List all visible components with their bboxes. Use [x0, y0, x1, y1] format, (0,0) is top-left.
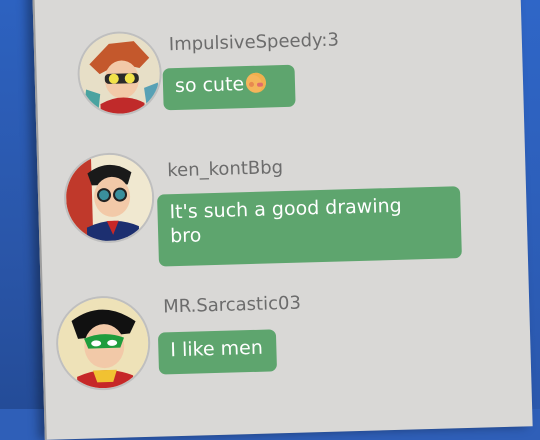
message-bubble: I like men [157, 329, 278, 375]
message-username: MR.Sarcastic03 [162, 292, 302, 318]
chat-screen: ImpulsiveSpeedy:3 so cute ken_kontBbg It… [32, 0, 533, 440]
message-text: I like men [170, 336, 264, 362]
mr-sarcastic-avatar[interactable] [54, 294, 152, 392]
chat-message: MR.Sarcastic03 I like men [34, 0, 533, 440]
avatar-illustration-icon [56, 296, 150, 390]
